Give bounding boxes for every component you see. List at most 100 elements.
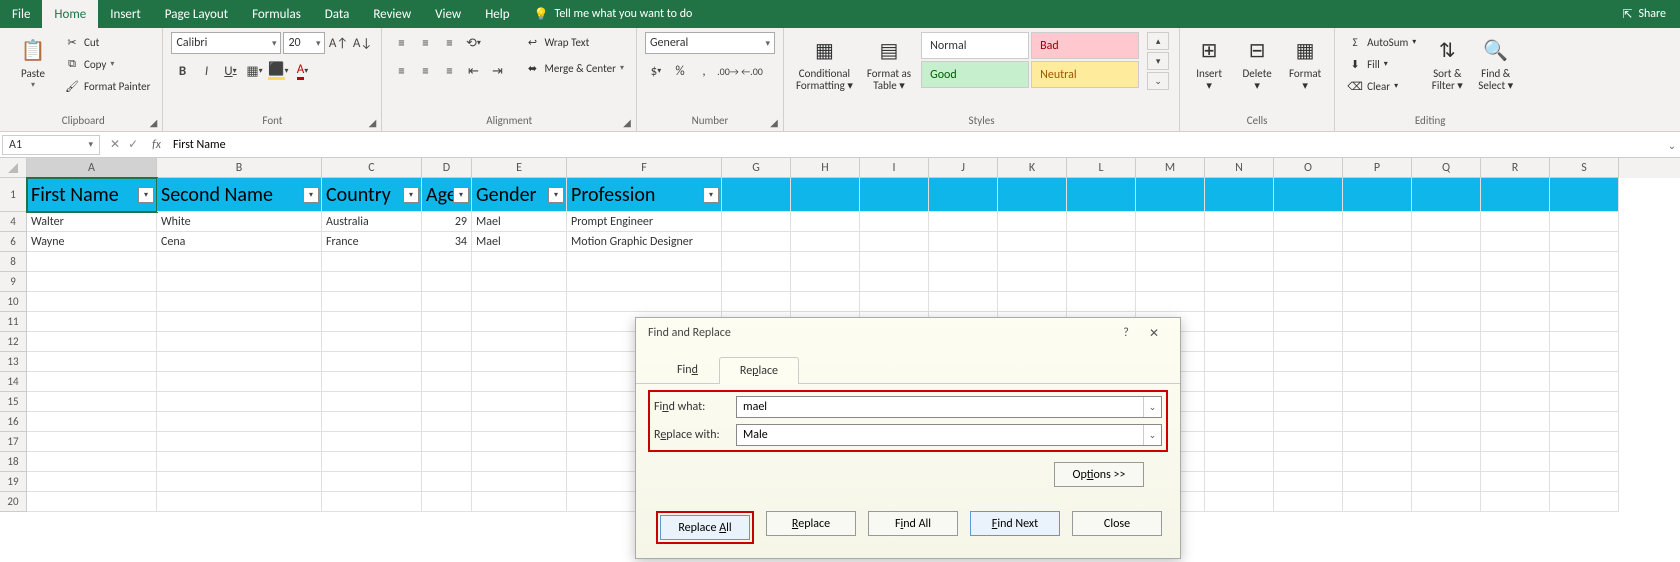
cell[interactable] [27, 292, 157, 312]
cell[interactable] [1343, 372, 1412, 392]
name-box[interactable]: A1▾ [2, 135, 100, 155]
format-cells-button[interactable]: ▦Format▾ [1284, 32, 1326, 94]
format-as-table-button[interactable]: ▤ Format asTable ▾ [863, 32, 915, 94]
cell[interactable] [1550, 352, 1619, 372]
cell[interactable] [1274, 178, 1343, 212]
cell[interactable] [157, 392, 322, 412]
cell[interactable] [1481, 178, 1550, 212]
cell[interactable] [1274, 272, 1343, 292]
cell[interactable] [422, 312, 472, 332]
align-center-icon[interactable]: ≡ [414, 60, 436, 82]
cell[interactable] [422, 372, 472, 392]
cell[interactable] [1343, 178, 1412, 212]
cell[interactable] [860, 178, 929, 212]
expand-formula-bar-icon[interactable]: ⌄ [1664, 132, 1680, 158]
column-header-F[interactable]: F [567, 158, 722, 178]
cell[interactable]: Age▾ [422, 178, 472, 212]
cell[interactable] [998, 272, 1067, 292]
cell[interactable] [1412, 212, 1481, 232]
cell[interactable] [422, 492, 472, 512]
decrease-decimal-icon[interactable]: ←.00 [741, 60, 763, 82]
cell[interactable] [472, 452, 567, 472]
style-bad[interactable]: Bad [1031, 32, 1139, 59]
cell[interactable] [1412, 372, 1481, 392]
replace-all-button[interactable]: Replace All [660, 515, 750, 540]
cell[interactable] [27, 272, 157, 292]
cell[interactable] [1550, 272, 1619, 292]
cell[interactable] [422, 292, 472, 312]
cell[interactable] [422, 392, 472, 412]
increase-decimal-icon[interactable]: .00→ [717, 60, 739, 82]
cell[interactable] [27, 492, 157, 512]
cell[interactable] [791, 272, 860, 292]
cell[interactable] [472, 392, 567, 412]
cell[interactable] [929, 292, 998, 312]
cell[interactable]: France [322, 232, 422, 252]
cell[interactable] [1481, 272, 1550, 292]
row-header[interactable]: 4 [0, 212, 27, 232]
cell[interactable] [998, 252, 1067, 272]
cell[interactable] [1481, 492, 1550, 512]
tab-review[interactable]: Review [361, 0, 423, 28]
cell[interactable] [1343, 332, 1412, 352]
cell[interactable] [472, 312, 567, 332]
cell[interactable] [27, 412, 157, 432]
cell[interactable]: Second Name▾ [157, 178, 322, 212]
cell[interactable] [1067, 178, 1136, 212]
orientation-icon[interactable]: ⟲ ▾ [462, 32, 484, 54]
find-next-button[interactable]: Find Next [970, 511, 1060, 536]
cell[interactable] [1274, 412, 1343, 432]
cell[interactable] [1205, 178, 1274, 212]
cell[interactable] [1067, 272, 1136, 292]
cell[interactable] [1412, 178, 1481, 212]
cell[interactable] [472, 432, 567, 452]
cell[interactable] [722, 272, 791, 292]
cell[interactable]: Profession▾ [567, 178, 722, 212]
cell[interactable]: 34 [422, 232, 472, 252]
tab-help[interactable]: Help [473, 0, 521, 28]
cell[interactable] [322, 392, 422, 412]
cell[interactable] [1067, 212, 1136, 232]
merge-center-button[interactable]: ⬌Merge & Center ▾ [520, 58, 628, 78]
cell[interactable] [1550, 252, 1619, 272]
dialog-titlebar[interactable]: Find and Replace ? ✕ [636, 318, 1180, 348]
cell[interactable] [422, 252, 472, 272]
cell[interactable] [1481, 252, 1550, 272]
cell[interactable] [1550, 392, 1619, 412]
cell[interactable] [1412, 252, 1481, 272]
cell[interactable] [791, 292, 860, 312]
cell[interactable] [1136, 178, 1205, 212]
cell[interactable] [722, 252, 791, 272]
cell[interactable] [1205, 432, 1274, 452]
row-header[interactable]: 10 [0, 292, 27, 312]
row-header[interactable]: 9 [0, 272, 27, 292]
cell[interactable] [1274, 352, 1343, 372]
increase-font-icon[interactable]: A↑ [327, 32, 349, 54]
cell[interactable] [472, 332, 567, 352]
cell[interactable] [1205, 392, 1274, 412]
cell[interactable] [1412, 232, 1481, 252]
cell[interactable] [1481, 372, 1550, 392]
column-header-P[interactable]: P [1343, 158, 1412, 178]
decrease-indent-icon[interactable]: ⇤ [462, 60, 484, 82]
align-bottom-icon[interactable]: ≡ [438, 32, 460, 54]
cell[interactable] [722, 232, 791, 252]
cell[interactable] [791, 212, 860, 232]
font-name-select[interactable]: Calibri▾ [171, 32, 281, 54]
cell[interactable] [157, 252, 322, 272]
cell[interactable] [1205, 252, 1274, 272]
cell[interactable] [1343, 252, 1412, 272]
wrap-text-button[interactable]: ↩Wrap Text [520, 32, 628, 52]
filter-button[interactable]: ▾ [403, 187, 419, 203]
select-all-corner[interactable] [0, 158, 27, 178]
cell[interactable] [722, 178, 791, 212]
cell[interactable] [1481, 392, 1550, 412]
cell[interactable] [422, 332, 472, 352]
cell[interactable] [472, 252, 567, 272]
close-button[interactable]: Close [1072, 511, 1162, 536]
cell[interactable] [322, 412, 422, 432]
row-header[interactable]: 8 [0, 252, 27, 272]
cell[interactable] [27, 252, 157, 272]
underline-button[interactable]: U ▾ [219, 60, 241, 82]
copy-button[interactable]: ⧉Copy ▾ [60, 54, 154, 74]
